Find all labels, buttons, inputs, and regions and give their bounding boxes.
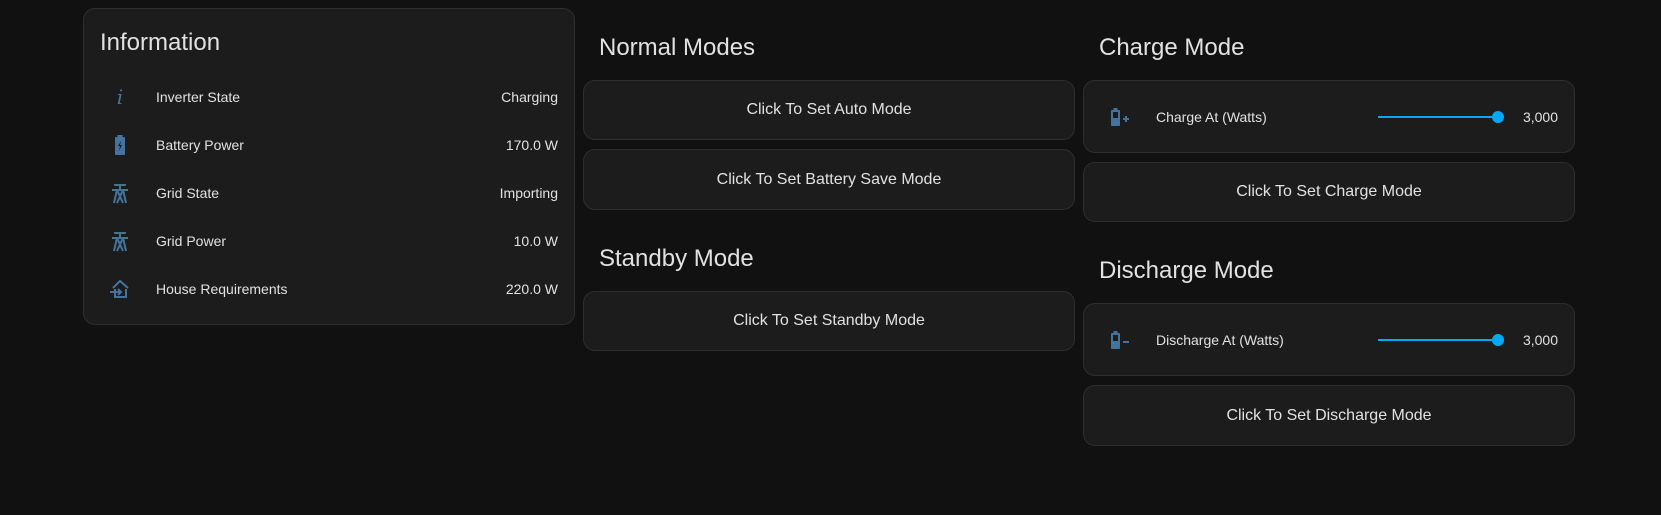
battery-minus-icon	[1100, 328, 1140, 352]
slider-thumb[interactable]	[1492, 333, 1504, 346]
info-row-grid-state[interactable]: Grid State Importing	[100, 173, 558, 213]
info-label: House Requirements	[156, 281, 288, 297]
info-label: Grid Power	[156, 233, 227, 249]
charge-at-label: Charge At (Watts)	[1156, 108, 1267, 125]
charge-at-slider[interactable]	[1378, 107, 1504, 127]
charge-at-slider-row: Charge At (Watts) 3,000	[1083, 80, 1575, 153]
battery-charging-icon	[100, 133, 140, 157]
info-value: 10.0 W	[513, 233, 558, 249]
slider-thumb[interactable]	[1492, 110, 1504, 123]
set-charge-mode-button[interactable]: Click To Set Charge Mode	[1083, 162, 1575, 222]
info-label: Battery Power	[156, 137, 244, 153]
info-value: Charging	[501, 89, 558, 105]
discharge-at-slider[interactable]	[1378, 330, 1504, 350]
svg-text:i: i	[117, 85, 123, 109]
info-row-house-requirements[interactable]: House Requirements 220.0 W	[100, 269, 558, 309]
info-row-grid-power[interactable]: Grid Power 10.0 W	[100, 221, 558, 261]
information-icon: i	[100, 85, 140, 109]
standby-mode-title: Standby Mode	[599, 245, 754, 272]
set-battery-save-mode-button[interactable]: Click To Set Battery Save Mode	[583, 149, 1075, 210]
information-card: Information i Inverter State Charging Ba…	[83, 8, 575, 325]
set-standby-mode-button[interactable]: Click To Set Standby Mode	[583, 291, 1075, 351]
info-row-inverter-state[interactable]: i Inverter State Charging	[100, 77, 558, 117]
home-import-icon	[100, 277, 140, 301]
info-label: Inverter State	[156, 89, 241, 105]
charge-mode-title: Charge Mode	[1099, 34, 1245, 61]
discharge-at-label: Discharge At (Watts)	[1156, 331, 1284, 348]
transmission-tower-icon	[100, 229, 140, 253]
info-row-battery-power[interactable]: Battery Power 170.0 W	[100, 125, 558, 165]
info-value: Importing	[499, 185, 558, 201]
slider-track	[1378, 338, 1498, 341]
battery-plus-icon	[1100, 105, 1140, 129]
set-auto-mode-button[interactable]: Click To Set Auto Mode	[583, 80, 1075, 140]
discharge-mode-title: Discharge Mode	[1099, 257, 1274, 284]
transmission-tower-icon	[100, 181, 140, 205]
set-discharge-mode-button[interactable]: Click To Set Discharge Mode	[1083, 385, 1575, 446]
info-value: 170.0 W	[505, 137, 558, 153]
charge-at-value: 3,000	[1522, 108, 1558, 125]
discharge-at-slider-row: Discharge At (Watts) 3,000	[1083, 303, 1575, 376]
info-label: Grid State	[156, 185, 220, 201]
information-title: Information	[100, 29, 221, 56]
info-value: 220.0 W	[505, 281, 558, 297]
normal-modes-title: Normal Modes	[599, 34, 756, 61]
discharge-at-value: 3,000	[1522, 331, 1558, 348]
slider-track	[1378, 115, 1498, 118]
